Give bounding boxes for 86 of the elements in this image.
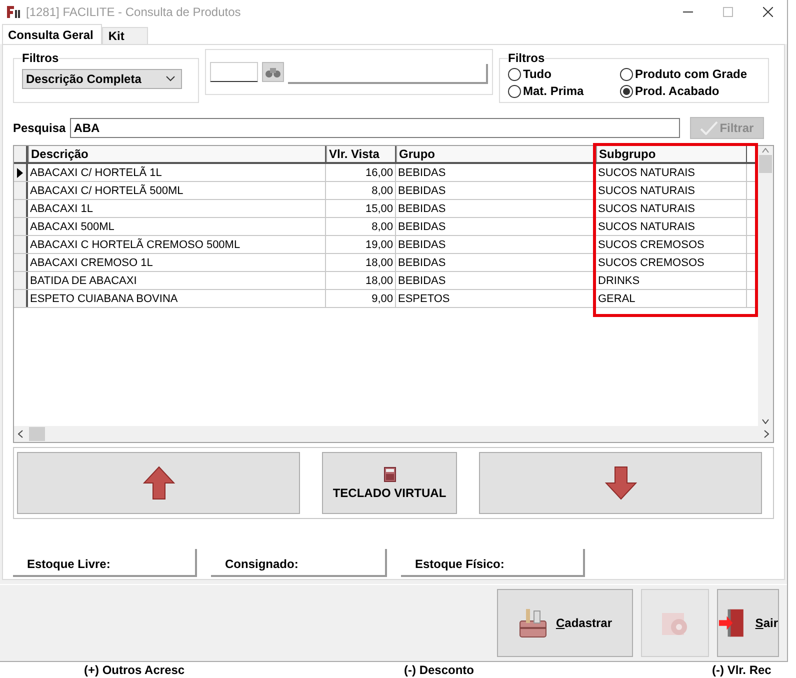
table-cell: DRINKS [596,272,747,289]
tab[interactable]: Kit [102,27,148,44]
table-cell: ABACAXI 500ML [28,218,326,235]
radio-option[interactable]: Produto com Grade [620,67,760,81]
table-cell: SUCOS NATURAIS [596,200,747,217]
table-cell: BEBIDAS [396,254,596,271]
table-cell: BEBIDAS [396,200,596,217]
exit-button[interactable]: Sair [717,589,779,657]
background-label: (-) Vlr. Rec [712,663,772,677]
row-indicator[interactable] [14,272,28,289]
search-button[interactable] [262,62,284,82]
column-header[interactable]: Subgrupo [596,146,747,162]
search-label: Pesquisa [13,121,66,135]
table-cell: 9,00 [326,290,396,307]
previous-button[interactable] [17,452,300,514]
table-cell: 15,00 [326,200,396,217]
table-cell: ABACAXI C/ HORTELÃ 500ML [28,182,326,199]
radio-option[interactable]: Mat. Prima [508,84,620,98]
table-cell: BEBIDAS [396,236,596,253]
close-icon[interactable] [763,7,773,17]
up-arrow-icon [142,466,174,500]
table-cell: SUCOS NATURAIS [596,164,747,181]
table-cell: SUCOS NATURAIS [596,218,747,235]
table-cell: 16,00 [326,164,396,181]
row-indicator[interactable] [14,200,28,217]
table-cell: 19,00 [326,236,396,253]
code-field[interactable] [210,62,258,82]
table-cell: SUCOS NATURAIS [596,182,747,199]
scroll-thumb[interactable] [29,427,45,441]
group-title: Filtros [508,51,545,65]
table-cell: GERAL [596,290,747,307]
chevron-down-icon [166,76,175,82]
scroll-down-icon[interactable] [762,419,769,424]
column-header[interactable]: Grupo [396,146,596,162]
column-header[interactable]: Descrição [28,146,326,162]
scroll-thumb[interactable] [759,155,772,173]
register-button[interactable]: Cadastrar [497,589,633,657]
background-label: (+) Outros Acresc [84,663,185,677]
column-header[interactable]: Vlr. Vista [326,146,396,162]
table-cell: ABACAXI CREMOSO 1L [28,254,326,271]
radio-option[interactable]: Tudo [508,67,620,81]
binoculars-icon [265,66,281,78]
table-cell: ESPETOS [396,290,596,307]
radio-option[interactable]: Prod. Acabado [620,84,760,98]
table-cell: 18,00 [326,272,396,289]
table-cell: ABACAXI C HORTELÃ CREMOSO 500ML [28,236,326,253]
window-title: [1281] FACILITE - Consulta de Produtos [26,5,242,19]
scroll-left-icon[interactable] [18,430,23,438]
row-indicator[interactable] [14,236,28,253]
table-cell: ABACAXI C/ HORTELÃ 1L [28,164,326,181]
table-cell: BEBIDAS [396,182,596,199]
search-field[interactable]: ABA [70,118,680,138]
table-cell: BEBIDAS [396,218,596,235]
group-title: Filtros [22,51,59,65]
app-logo-icon [6,5,20,19]
stock-field: Estoque Livre: [13,549,197,577]
table-cell: 8,00 [326,182,396,199]
table-cell: SUCOS CREMOSOS [596,254,747,271]
toolbox-icon [518,607,548,639]
scroll-right-icon[interactable] [764,430,769,438]
table-cell: ESPETO CUIABANA BOVINA [28,290,326,307]
down-arrow-icon [604,466,636,500]
table-cell: 8,00 [326,218,396,235]
table-cell: 18,00 [326,254,396,271]
row-indicator[interactable] [14,164,28,181]
row-indicator[interactable] [14,254,28,271]
table-cell: ABACAXI 1L [28,200,326,217]
stock-field: Consignado: [211,549,387,577]
next-button[interactable] [479,452,762,514]
scroll-up-icon[interactable] [762,148,769,153]
row-indicator[interactable] [14,182,28,199]
table-cell: BEBIDAS [396,272,596,289]
check-icon [700,121,718,135]
background-label: (-) Desconto [404,663,474,677]
stock-field: Estoque Físico: [401,549,585,577]
row-pointer-icon [17,168,23,178]
description-field[interactable] [288,64,488,84]
tab[interactable]: Consulta Geral [2,24,102,44]
keyboard-button[interactable]: TECLADO VIRTUAL [322,452,457,514]
table-cell: BATIDA DE ABACAXI [28,272,326,289]
row-indicator[interactable] [14,218,28,235]
calculator-icon [384,466,396,482]
table-cell: SUCOS CREMOSOS [596,236,747,253]
filter-dropdown[interactable]: Descrição Completa [22,69,182,89]
row-indicator[interactable] [14,290,28,307]
table-cell: BEBIDAS [396,164,596,181]
